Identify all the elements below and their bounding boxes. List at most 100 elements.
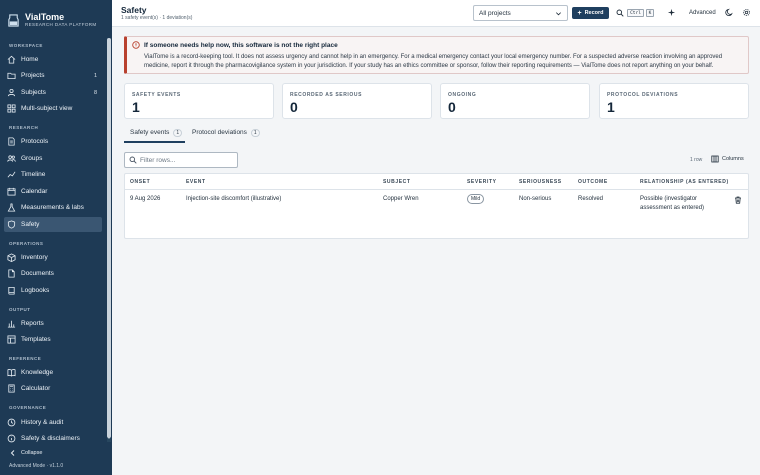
- column-header-onset[interactable]: ONSET: [130, 174, 150, 190]
- cell-event: Injection-site discomfort (illustrative): [186, 196, 282, 202]
- version-label: Advanced Mode · v1.1.0: [9, 463, 64, 469]
- stat-label: PROTOCOL DEVIATIONS: [607, 92, 679, 98]
- column-header-seriousness[interactable]: SERIOUSNESS: [519, 174, 562, 190]
- sidebar-item-label: Protocols: [21, 138, 49, 145]
- column-header-relationship[interactable]: RELATIONSHIP (AS ENTERED): [640, 174, 729, 190]
- sidebar-item-safety[interactable]: Safety: [4, 217, 102, 232]
- column-header-subject[interactable]: SUBJECT: [383, 174, 411, 190]
- sidebar-item-label: Inventory: [21, 254, 48, 261]
- section-research: RESEARCH: [9, 125, 39, 130]
- sidebar-item-label: Safety & disclaimers: [21, 435, 80, 442]
- emergency-alert: If someone needs help now, this software…: [124, 36, 749, 74]
- sidebar-item-label: Groups: [21, 155, 43, 162]
- columns-icon: [711, 155, 719, 163]
- trash-icon[interactable]: [734, 196, 742, 204]
- tab-protocol-deviations[interactable]: Protocol deviations 1: [192, 129, 272, 143]
- sidebar-scrollbar-thumb[interactable]: [107, 38, 111, 438]
- alert-body: VialTome is a record-keeping tool. It do…: [144, 54, 723, 69]
- calculator-icon: [8, 384, 15, 393]
- shield-icon: [7, 220, 16, 229]
- chevron-down-icon: [556, 12, 561, 16]
- alert-circle-icon: [132, 41, 140, 49]
- home-icon: [7, 55, 16, 64]
- sidebar-item-groups[interactable]: Groups: [4, 151, 102, 166]
- flask-icon: [7, 203, 16, 212]
- sidebar-item-label: Timeline: [21, 171, 46, 178]
- timeline-icon: [7, 171, 16, 178]
- cell-onset: 9 Aug 2026: [130, 196, 161, 202]
- sidebar-item-label: Safety: [21, 221, 40, 228]
- row-count: 1 row: [690, 157, 703, 163]
- search-icon[interactable]: [616, 9, 624, 17]
- kbd-k: K: [646, 9, 654, 17]
- cell-relationship: Possible (investigator assessment as ent…: [640, 196, 705, 211]
- sidebar-nav: WORKSPACE Home Projects 1 Subjects 8 Mul…: [0, 38, 107, 443]
- severity-badge: Mild: [467, 194, 485, 204]
- sidebar-item-knowledge[interactable]: Knowledge: [4, 365, 102, 380]
- collapse-icon: [10, 450, 15, 456]
- filter-rows-input[interactable]: [140, 156, 235, 164]
- sidebar-item-logbooks[interactable]: Logbooks: [4, 283, 102, 298]
- column-header-event[interactable]: EVENT: [186, 174, 206, 190]
- sidebar-item-label: Home: [21, 56, 39, 63]
- tab-bar: Safety events 1 Protocol deviations 1: [124, 129, 749, 143]
- sidebar-item-measurements[interactable]: Measurements & labs: [4, 200, 102, 215]
- sparkle-icon[interactable]: [667, 8, 676, 17]
- sidebar-item-templates[interactable]: Templates: [4, 332, 102, 347]
- project-select[interactable]: All projects: [473, 5, 568, 21]
- chart-icon: [7, 320, 16, 328]
- folder-icon: [7, 72, 16, 80]
- tab-safety-events[interactable]: Safety events 1: [124, 129, 185, 143]
- tab-label: Safety events: [130, 129, 170, 136]
- book-open-icon: [7, 369, 16, 377]
- project-select-value: All projects: [479, 9, 511, 17]
- sidebar-item-multi-subject[interactable]: Multi-subject view: [4, 101, 102, 116]
- sidebar-item-timeline[interactable]: Timeline: [4, 167, 102, 182]
- tab-label: Protocol deviations: [192, 129, 247, 136]
- sidebar-scrollbar[interactable]: [107, 38, 111, 442]
- column-header-severity[interactable]: SEVERITY: [467, 174, 497, 190]
- sidebar-item-label: Documents: [21, 270, 54, 277]
- collapse-button[interactable]: Collapse: [9, 449, 42, 457]
- sidebar-item-label: Projects: [21, 72, 45, 79]
- collapse-label: Collapse: [21, 450, 43, 456]
- brand[interactable]: VialTome RESEARCH DATA PLATFORM: [0, 0, 112, 32]
- sidebar-item-reports[interactable]: Reports: [4, 316, 102, 331]
- page-subtitle: 1 safety event(s) · 1 deviation(s): [121, 15, 193, 21]
- sidebar-item-label: Multi-subject view: [21, 105, 73, 112]
- sidebar-item-history[interactable]: History & audit: [4, 415, 102, 430]
- filter-rows-field[interactable]: [124, 152, 238, 168]
- theme-toggle-icon[interactable]: [725, 8, 734, 17]
- sidebar-item-disclaimers[interactable]: Safety & disclaimers: [4, 431, 102, 446]
- tab-count-badge: 1: [173, 129, 183, 137]
- scroll-down-icon[interactable]: [107, 436, 111, 440]
- sidebar-item-documents[interactable]: Documents: [4, 266, 102, 281]
- cell-severity: Mild: [467, 194, 485, 204]
- sidebar-item-home[interactable]: Home: [4, 52, 102, 67]
- section-output: OUTPUT: [9, 307, 31, 312]
- columns-button[interactable]: Columns: [711, 155, 744, 163]
- vialtome-logo-icon: [8, 13, 19, 27]
- main-content: If someone needs help now, this software…: [112, 27, 760, 475]
- sidebar-item-label: Subjects: [21, 89, 46, 96]
- box-icon: [7, 253, 16, 262]
- alert-title: If someone needs help now, this software…: [144, 42, 338, 49]
- cell-subject: Copper Wren: [383, 196, 419, 202]
- sidebar-item-calendar[interactable]: Calendar: [4, 184, 102, 199]
- person-icon: [7, 88, 16, 97]
- tab-count-badge: 1: [250, 129, 260, 137]
- sidebar-item-calculator[interactable]: Calculator: [4, 381, 102, 396]
- sidebar-item-protocols[interactable]: Protocols: [4, 134, 102, 149]
- record-button[interactable]: + Record: [572, 7, 609, 19]
- sidebar-item-inventory[interactable]: Inventory: [4, 250, 102, 265]
- column-header-outcome[interactable]: OUTCOME: [578, 174, 608, 190]
- gear-icon[interactable]: [742, 8, 751, 17]
- sidebar-item-projects[interactable]: Projects 1: [4, 68, 102, 83]
- sidebar-item-label: History & audit: [21, 419, 64, 426]
- sidebar-item-subjects[interactable]: Subjects 8: [4, 85, 102, 100]
- stat-card-recorded-serious: RECORDED AS SERIOUS 0: [282, 83, 432, 119]
- section-reference: REFERENCE: [9, 356, 42, 361]
- advanced-toggle[interactable]: Advanced: [689, 10, 716, 16]
- top-bar: Safety 1 safety event(s) · 1 deviation(s…: [112, 0, 760, 27]
- document-icon: [8, 137, 15, 146]
